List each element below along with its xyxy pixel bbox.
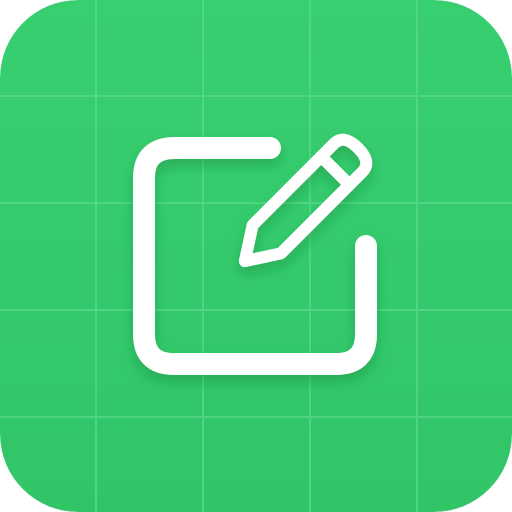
app-icon[interactable] [0, 0, 512, 512]
app-icon-graphic [0, 0, 512, 512]
